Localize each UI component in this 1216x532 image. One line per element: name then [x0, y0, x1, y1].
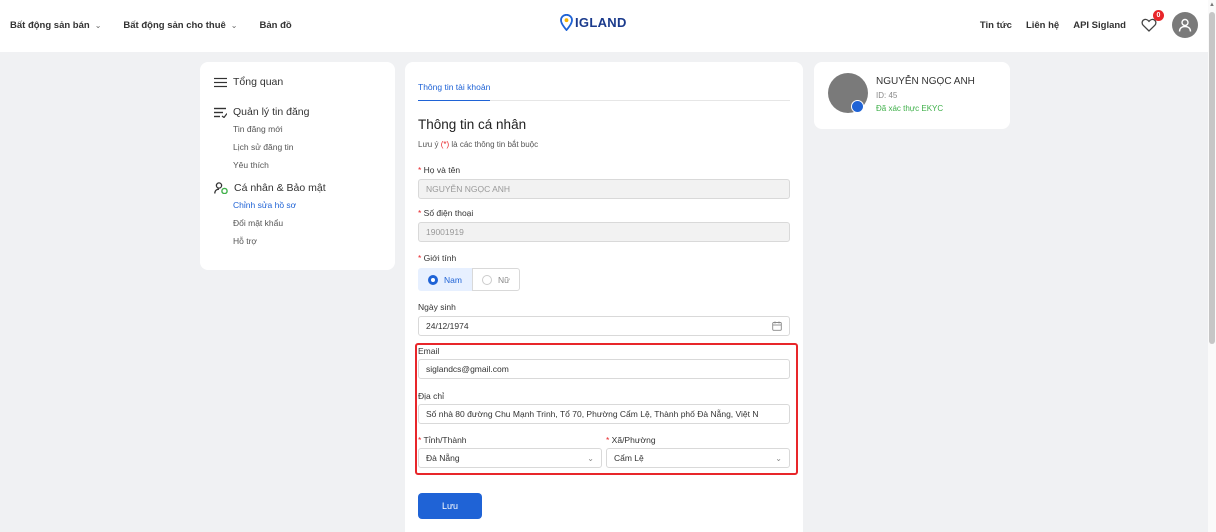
- gender-male-radio[interactable]: Nam: [418, 268, 472, 291]
- secondary-nav: Tin tức Liên hệ API Sigland 0: [980, 10, 1198, 38]
- highlight-box: [415, 343, 798, 475]
- required-note-marker: (*): [440, 140, 450, 149]
- profile-name: NGUYỄN NGỌC ANH: [876, 76, 975, 87]
- phone-label: * Số điện thoại: [418, 208, 474, 218]
- nav-map[interactable]: Bản đồ: [260, 20, 292, 31]
- profile-card: NGUYỄN NGỌC ANH ID: 45 Đã xác thực EKYC: [814, 62, 1010, 129]
- sidebar-item-support[interactable]: Hỗ trợ: [214, 236, 381, 246]
- favorites-count-badge: 0: [1153, 10, 1164, 21]
- name-label: * Họ và tên: [418, 165, 461, 175]
- tab-account-info[interactable]: Thông tin tài khoản: [418, 82, 491, 101]
- scroll-up-icon[interactable]: ▲: [1209, 2, 1215, 8]
- nav-for-sale-label: Bất động sản bán: [10, 20, 90, 31]
- verification-status: Đã xác thực EKYC: [876, 104, 944, 113]
- radio-checked-icon: [428, 274, 438, 285]
- gender-male-label: Nam: [444, 274, 462, 285]
- nav-for-rent[interactable]: Bất động sản cho thuê ⌄: [123, 20, 237, 31]
- dob-input[interactable]: 24/12/1974: [418, 316, 790, 336]
- sidebar-item-overview-label: Tổng quan: [233, 76, 284, 88]
- nav-contact[interactable]: Liên hệ: [1026, 20, 1059, 31]
- dob-value: 24/12/1974: [426, 321, 469, 331]
- phone-input[interactable]: 19001919: [418, 222, 790, 242]
- sidebar-item-overview[interactable]: Tổng quan: [214, 76, 381, 88]
- gender-label: * Giới tính: [418, 253, 457, 263]
- dob-field: Ngày sinh 24/12/1974: [418, 302, 790, 336]
- profile-id: ID: 45: [876, 91, 898, 100]
- list-check-icon: [214, 107, 227, 118]
- gender-female-radio[interactable]: Nữ: [471, 268, 520, 291]
- logo-text: IGLAND: [575, 15, 627, 30]
- required-note-suffix: là các thông tin bắt buộc: [451, 140, 539, 149]
- sidebar-group-personal-label: Cá nhân & Bảo mật: [234, 182, 326, 194]
- sidebar-group-personal[interactable]: Cá nhân & Bảo mật: [214, 182, 381, 194]
- sidebar-item-favorites[interactable]: Yêu thích: [214, 160, 381, 170]
- page-title: Thông tin cá nhân: [418, 117, 527, 132]
- gender-field: * Giới tính Nam Nữ: [418, 253, 790, 291]
- favorites-button[interactable]: 0: [1140, 10, 1164, 34]
- chevron-down-icon: ⌄: [230, 21, 238, 30]
- sigland-logo[interactable]: IGLAND: [560, 14, 627, 31]
- gender-female-label: Nữ: [497, 274, 510, 285]
- nav-map-label: Bản đồ: [259, 20, 292, 31]
- radio-unchecked-icon: [481, 274, 492, 285]
- account-sidebar: Tổng quan Quản lý tin đăng Tin đăng mới …: [200, 62, 395, 270]
- required-note-prefix: Lưu ý: [418, 140, 439, 149]
- sidebar-item-edit-profile[interactable]: Chỉnh sửa hồ sơ: [214, 200, 381, 210]
- sidebar-item-listing-history[interactable]: Lịch sử đăng tin: [214, 142, 381, 152]
- nav-api[interactable]: API Sigland: [1073, 20, 1126, 31]
- sidebar-item-new-listing[interactable]: Tin đăng mới: [214, 124, 381, 134]
- gender-radio-group: Nam Nữ: [418, 268, 790, 291]
- sidebar-item-change-password[interactable]: Đổi mật khẩu: [214, 218, 381, 228]
- scrollbar-thumb[interactable]: [1209, 12, 1215, 344]
- sidebar-group-listings-label: Quản lý tin đăng: [233, 106, 310, 118]
- camera-icon[interactable]: [851, 100, 864, 113]
- nav-news[interactable]: Tin tức: [980, 20, 1012, 31]
- nav-for-rent-label: Bất động sản cho thuê: [123, 20, 226, 31]
- user-security-icon: [214, 182, 228, 194]
- name-input[interactable]: NGUYỄN NGỌC ANH: [418, 179, 790, 199]
- sidebar-group-listings[interactable]: Quản lý tin đăng: [214, 106, 381, 118]
- top-header: Bất động sản bán ⌄ Bất động sản cho thuê…: [0, 0, 1208, 52]
- list-icon: [214, 77, 227, 87]
- chevron-down-icon: ⌄: [94, 21, 102, 30]
- page-scrollbar[interactable]: ▲: [1208, 0, 1216, 532]
- calendar-icon[interactable]: [772, 321, 782, 331]
- user-icon: [1178, 18, 1192, 32]
- phone-field: * Số điện thoại 19001919: [418, 208, 790, 242]
- location-pin-icon: [560, 14, 573, 31]
- required-note: Lưu ý (*) là các thông tin bắt buộc: [418, 140, 790, 149]
- main-nav: Bất động sản bán ⌄ Bất động sản cho thuê…: [10, 20, 292, 31]
- save-button[interactable]: Lưu: [418, 493, 482, 519]
- dob-label: Ngày sinh: [418, 302, 456, 312]
- nav-for-sale[interactable]: Bất động sản bán ⌄: [10, 20, 101, 31]
- user-avatar-button[interactable]: [1172, 12, 1198, 38]
- name-field: * Họ và tên NGUYỄN NGỌC ANH: [418, 165, 790, 199]
